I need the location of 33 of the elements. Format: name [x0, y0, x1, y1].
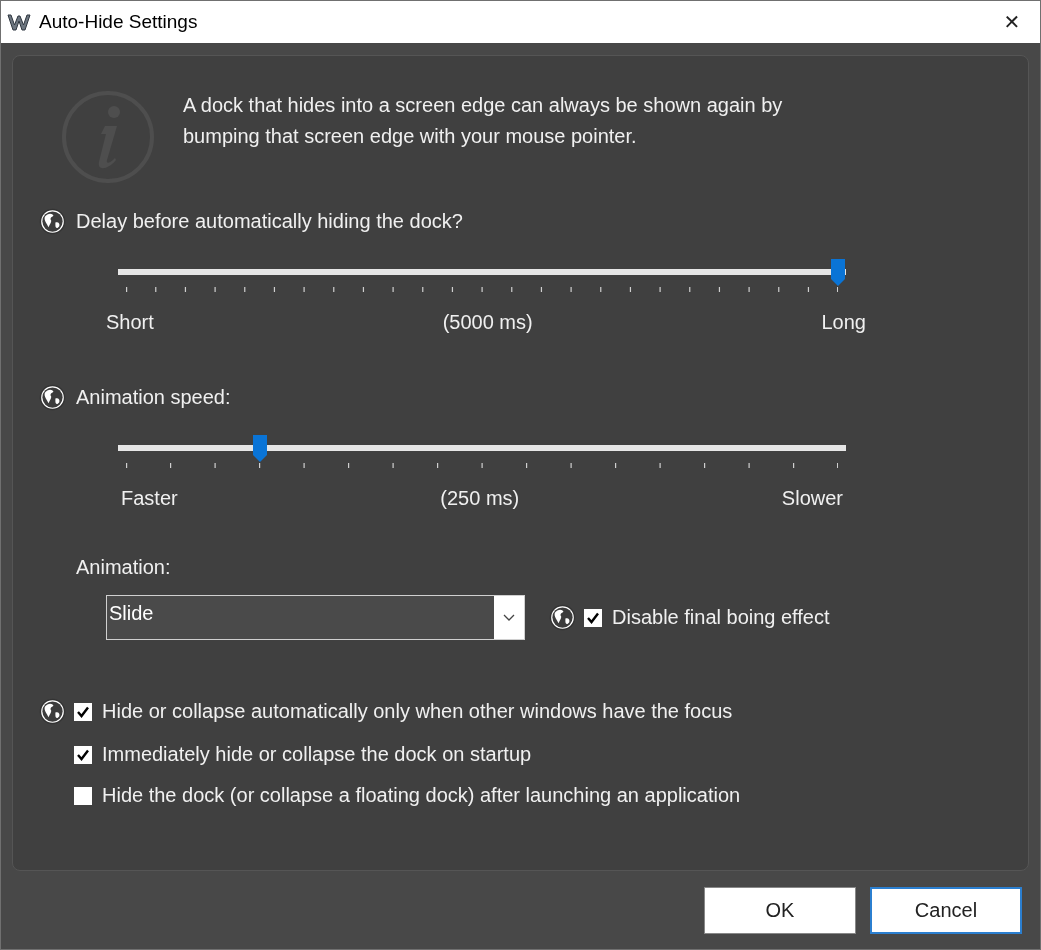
scale-max-label: Slower — [781, 487, 843, 510]
checkbox[interactable] — [74, 702, 92, 721]
checkbox-label: Immediately hide or collapse the dock on startup — [102, 743, 532, 766]
slider-label: Animation speed: — [76, 386, 231, 409]
checkbox[interactable] — [74, 745, 92, 764]
globe-icon[interactable] — [39, 384, 66, 411]
caret-icon — [503, 613, 515, 622]
app-logo-icon — [7, 12, 31, 32]
slider-reading: (5000 ms) — [442, 311, 533, 334]
slider-reading: (250 ms) — [440, 487, 520, 510]
globe-icon[interactable] — [39, 698, 66, 725]
dialog-button[interactable]: Cancel — [870, 886, 1022, 934]
checkbox-label: Hide or collapse automatically only when other windows have the focus — [102, 700, 733, 723]
slider-track[interactable] — [118, 269, 846, 275]
window-title: Auto-Hide Settings — [39, 11, 199, 33]
scale-min-label: Faster — [121, 487, 178, 510]
checkbox[interactable] — [74, 786, 92, 805]
slider-thumb[interactable] — [252, 435, 267, 463]
close-button[interactable]: ✕ — [984, 1, 1040, 43]
globe-icon[interactable] — [39, 208, 66, 235]
animation-dropdown[interactable]: Slide — [106, 595, 525, 640]
slider-label: Delay before automatically hiding the dock? — [76, 210, 463, 233]
checkbox-label: Disable final boing effect — [612, 606, 830, 629]
slider-track[interactable] — [118, 445, 846, 451]
slider-thumb[interactable] — [831, 259, 845, 287]
globe-icon[interactable] — [549, 604, 576, 631]
checkbox[interactable] — [584, 608, 602, 627]
scale-min-label: Short — [106, 311, 154, 334]
checkbox-label: Hide the dock (or collapse a floating dock) after launching an application — [102, 784, 741, 807]
info-text: A dock that hides into a screen edge can always be shown again by bumping that screen edge with your mouse pointer. — [183, 93, 784, 149]
animation-label: Animation: — [76, 556, 172, 579]
dialog-button[interactable]: OK — [704, 886, 856, 934]
scale-max-label: Long — [821, 311, 866, 334]
